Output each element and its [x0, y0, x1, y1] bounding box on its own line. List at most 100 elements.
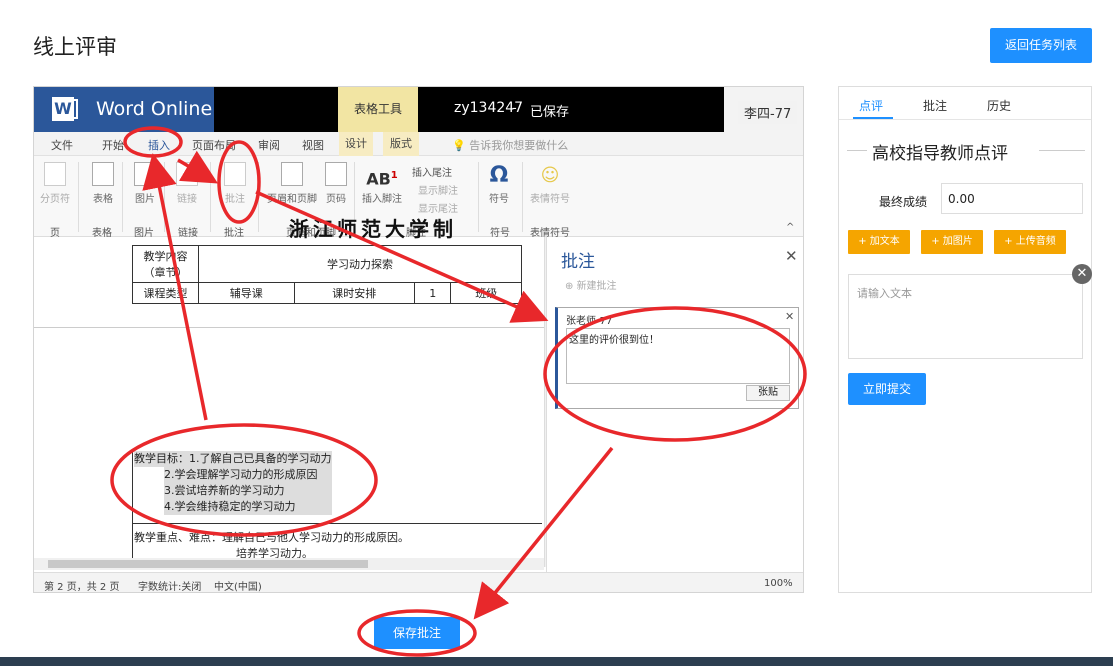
review-panel: 点评 批注 历史 高校指导教师点评 最终成绩 0.00 + 加文本 + 加图片 …	[838, 86, 1092, 593]
footnote-sup: 1	[390, 170, 398, 181]
tab-annotations[interactable]: 批注	[923, 97, 947, 114]
table-cell[interactable]: 课程类型	[132, 282, 199, 304]
table-cell[interactable]: 班级	[450, 282, 522, 304]
page-title: 线上评审	[33, 35, 117, 59]
screenshot: { "page": {"title": "线上评审", "back_label"…	[0, 0, 1113, 666]
lightbulb-icon: 💡	[452, 139, 470, 152]
tab-format[interactable]: 版式	[383, 132, 419, 156]
comment-textarea[interactable]: 请输入文本	[848, 274, 1083, 359]
page-break-button[interactable]: 分页符	[40, 162, 70, 205]
tab-layout[interactable]: 页面布局	[192, 137, 236, 153]
panel-heading: 高校指导教师点评	[872, 144, 1008, 164]
ribbon-tabs: 文件 开始 插入 页面布局 审阅 视图 设计 版式 💡 告诉我你想要做什么	[34, 132, 803, 156]
page-break-icon	[44, 162, 66, 186]
picture-icon	[134, 162, 156, 186]
tab-view[interactable]: 视图	[302, 137, 324, 153]
tab-insert[interactable]: 插入	[148, 137, 170, 153]
language[interactable]: 中文(中国)	[214, 578, 262, 592]
table-border	[132, 451, 133, 561]
comment-author: 张老师-77	[566, 316, 613, 327]
page-break-label: 分页符	[40, 194, 70, 205]
add-text-button[interactable]: + 加文本	[848, 230, 910, 254]
table-icon	[92, 162, 114, 186]
score-input[interactable]: 0.00	[941, 183, 1083, 214]
header-footer-icon	[281, 162, 303, 186]
symbol-label: 符号	[489, 194, 509, 205]
tell-me-box[interactable]: 💡 告诉我你想要做什么	[452, 137, 568, 153]
tab-review[interactable]: 审阅	[258, 137, 280, 153]
link-icon	[176, 162, 198, 186]
goal-line: 4.学会维持稳定的学习动力	[164, 499, 332, 515]
horizontal-scrollbar[interactable]	[34, 558, 544, 570]
table-cell[interactable]: 课时安排	[293, 282, 416, 304]
footnote-icon: AB1	[360, 162, 404, 190]
word-online-frame: W Word Online 表格工具 zy134247 - 已保存 李四-77 …	[33, 86, 804, 593]
comment-card: 张老师-77 ✕ 这里的评价很到位！ 张贴	[555, 307, 799, 409]
comment-button[interactable]: 批注	[220, 162, 250, 205]
submit-button[interactable]: 立即提交	[848, 373, 926, 405]
symbol-button[interactable]: Ω 符号	[484, 162, 514, 205]
comment-icon	[224, 162, 246, 186]
table-cell[interactable]: 辅导课	[198, 282, 295, 304]
link-label: 链接	[177, 194, 197, 205]
back-to-task-list-button[interactable]: 返回任务列表	[990, 28, 1092, 63]
remove-icon[interactable]: ✕	[1072, 264, 1092, 284]
lesson-table: 教学内容（章节） 学习动力探索 课程类型 辅导课 课时安排 1 班级	[132, 245, 522, 304]
show-footnotes-button[interactable]: 显示脚注	[418, 182, 458, 197]
tab-file[interactable]: 文件	[51, 137, 73, 153]
goal-line: 教学目标：1.了解自己已具备的学习动力	[134, 451, 332, 467]
emoji-button[interactable]: ☺ 表情符号	[528, 162, 572, 205]
tab-divider	[839, 119, 1091, 120]
comment-input[interactable]: 这里的评价很到位！	[566, 328, 790, 384]
page-number-button[interactable]: 页码	[321, 162, 351, 205]
table-cell[interactable]: 学习动力探索	[198, 245, 522, 283]
table-button[interactable]: 表格	[88, 162, 118, 205]
upload-audio-button[interactable]: + 上传音频	[994, 230, 1066, 254]
table-row: 课程类型 辅导课 课时安排 1 班级	[132, 282, 522, 304]
table-row: 教学内容（章节） 学习动力探索	[132, 245, 522, 283]
zoom-level[interactable]: 100%	[764, 578, 793, 589]
new-comment-button[interactable]: ⊕ 新建批注	[565, 277, 617, 292]
footnote-glyph: AB	[366, 169, 391, 189]
add-image-button[interactable]: + 加图片	[921, 230, 983, 254]
save-annotation-button[interactable]: 保存批注	[374, 617, 460, 649]
comments-title: 批注	[561, 252, 595, 272]
user-name[interactable]: 李四-77	[738, 101, 798, 124]
comments-pane: 批注 ✕ ⊕ 新建批注 张老师-77 ✕ 这里的评价很到位！ 张贴	[546, 237, 803, 572]
teaching-goals[interactable]: 教学目标：1.了解自己已具备的学习动力 2.学会理解学习动力的形成原因 3.尝试…	[134, 451, 332, 515]
insert-endnote-button[interactable]: 插入尾注	[412, 164, 452, 179]
picture-button[interactable]: 图片	[130, 162, 160, 205]
tab-home[interactable]: 开始	[102, 137, 124, 153]
tab-history[interactable]: 历史	[987, 97, 1011, 114]
post-button[interactable]: 张贴	[746, 385, 790, 401]
close-icon[interactable]: ✕	[785, 310, 794, 323]
tab-review-comment[interactable]: 点评	[859, 97, 883, 114]
page-number-label: 页码	[326, 194, 346, 205]
emoji-label: 表情符号	[530, 194, 570, 205]
university-title: 浙江师范大学制	[289, 217, 457, 241]
table-cell[interactable]: 1	[414, 282, 452, 304]
goal-line: 2.学会理解学习动力的形成原因	[164, 467, 332, 483]
header-footer-button[interactable]: 页眉和页脚	[264, 162, 320, 205]
link-button[interactable]: 链接	[172, 162, 202, 205]
tab-design[interactable]: 设计	[339, 132, 373, 156]
word-logo-lines-icon	[68, 99, 78, 119]
save-status: 已保存	[530, 105, 570, 120]
heading-rule	[847, 150, 867, 151]
scroll-thumb[interactable]	[48, 560, 368, 568]
ribbon-divider	[164, 162, 165, 232]
collapse-ribbon-icon[interactable]: ^	[786, 222, 794, 233]
insert-footnote-button[interactable]: AB1 插入脚注	[360, 162, 404, 205]
footer-bar	[0, 657, 1113, 666]
word-count[interactable]: 字数统计:关闭	[138, 578, 201, 592]
ribbon-divider	[78, 162, 79, 232]
close-icon[interactable]: ✕	[785, 247, 798, 265]
status-bar: 第 2 页，共 2 页 字数统计:关闭 中文(中国) 100%	[34, 572, 803, 592]
table-border	[132, 523, 542, 524]
heading-rule	[1039, 150, 1085, 151]
ribbon-divider	[210, 162, 211, 232]
goal-line: 3.尝试培养新的学习动力	[164, 483, 332, 499]
word-brand[interactable]: W Word Online	[34, 87, 214, 132]
table-cell[interactable]: 教学内容（章节）	[132, 245, 199, 283]
table-tools-label: 表格工具	[338, 87, 418, 132]
